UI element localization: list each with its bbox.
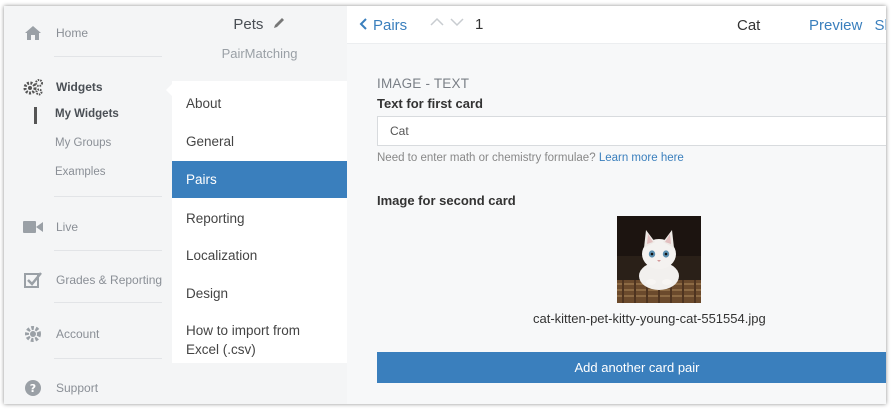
widget-title: Pets xyxy=(233,16,264,33)
pair-pager: 1 xyxy=(429,15,483,33)
learn-more-link[interactable]: Learn more here xyxy=(599,152,684,164)
first-card-text-value: Cat xyxy=(390,124,409,138)
chevron-up-icon[interactable] xyxy=(429,15,445,33)
pair-title: Cat xyxy=(737,17,761,34)
formula-help-text: Need to enter math or chemistry formulae… xyxy=(377,152,596,164)
chevron-down-icon[interactable] xyxy=(449,15,465,33)
back-label: Pairs xyxy=(373,17,408,34)
card-image-thumbnail[interactable] xyxy=(617,216,701,303)
menu-reporting[interactable]: Reporting xyxy=(186,211,245,226)
nav-widgets-label: Widgets xyxy=(56,80,103,94)
nav-my-groups[interactable]: My Groups xyxy=(55,137,111,149)
image-filename: cat-kitten-pet-kitty-young-cat-551554.jp… xyxy=(533,311,766,326)
nav-support[interactable]: ? Support xyxy=(4,378,172,398)
nav-examples[interactable]: Examples xyxy=(55,166,106,178)
nav-divider xyxy=(54,358,162,359)
editor-content: IMAGE - TEXT Text for first card Cat Nee… xyxy=(347,44,886,404)
settings-menu: About General Pairs Reporting Localizati… xyxy=(172,81,347,363)
chevron-left-icon xyxy=(359,17,367,34)
second-card-label: Image for second card xyxy=(377,193,516,208)
app-window: Home Widgets My Widgets My Groups Exampl… xyxy=(4,6,886,404)
nav-account-label: Account xyxy=(56,327,100,341)
nav-account[interactable]: Account xyxy=(4,324,172,344)
gears-icon xyxy=(22,78,44,96)
menu-localization[interactable]: Localization xyxy=(186,248,257,263)
nav-live-label: Live xyxy=(56,220,79,234)
pair-number: 1 xyxy=(475,15,484,33)
nav-divider xyxy=(54,302,162,303)
nav-my-widgets[interactable]: My Widgets xyxy=(55,108,119,120)
menu-pairs[interactable]: Pairs xyxy=(172,161,347,198)
nav-divider xyxy=(54,56,162,57)
add-card-pair-button[interactable]: Add another card pair xyxy=(377,352,886,383)
nav-grades[interactable]: Grades & Reporting xyxy=(4,270,172,290)
kitten-image xyxy=(617,216,701,303)
checkbox-icon xyxy=(22,271,44,289)
nav-grades-label: Grades & Reporting xyxy=(56,273,163,287)
widget-settings-pane: Pets PairMatching About General Pairs Re… xyxy=(166,6,347,404)
video-camera-icon xyxy=(22,218,44,236)
preview-link[interactable]: Preview xyxy=(809,17,862,34)
back-to-pairs-link[interactable]: Pairs xyxy=(359,17,407,34)
first-card-text-input[interactable]: Cat xyxy=(377,116,886,146)
share-link[interactable]: Sh xyxy=(875,17,886,34)
nav-home-label: Home xyxy=(56,26,89,40)
nav-support-label: Support xyxy=(56,381,99,395)
menu-import-csv[interactable]: How to import from Excel (.csv) xyxy=(186,321,336,359)
svg-text:?: ? xyxy=(30,382,36,395)
menu-design[interactable]: Design xyxy=(186,286,228,301)
pencil-icon[interactable] xyxy=(272,16,286,34)
nav-home[interactable]: Home xyxy=(4,23,172,43)
left-nav: Home Widgets My Widgets My Groups Exampl… xyxy=(4,6,172,404)
menu-general[interactable]: General xyxy=(186,134,234,149)
widget-type: PairMatching xyxy=(221,46,298,61)
nav-live[interactable]: Live xyxy=(4,217,172,237)
preview-share-links: Preview Sh xyxy=(809,17,886,34)
nav-divider xyxy=(54,196,162,197)
first-card-label: Text for first card xyxy=(377,96,483,111)
formula-help: Need to enter math or chemistry formulae… xyxy=(377,152,684,164)
home-icon xyxy=(22,24,44,42)
pair-editor: Pairs 1 Cat Preview Sh IMAGE - TEXT Text… xyxy=(347,6,886,404)
nav-divider xyxy=(54,250,162,251)
widget-title-row[interactable]: Pets xyxy=(172,16,347,34)
menu-about[interactable]: About xyxy=(186,96,221,111)
pair-type-heading: IMAGE - TEXT xyxy=(377,76,470,91)
help-icon: ? xyxy=(22,379,44,397)
gear-icon xyxy=(22,325,44,343)
editor-toolbar: Pairs 1 Cat Preview Sh xyxy=(347,6,886,44)
nav-widgets[interactable]: Widgets xyxy=(4,77,172,97)
active-indicator xyxy=(34,107,37,124)
